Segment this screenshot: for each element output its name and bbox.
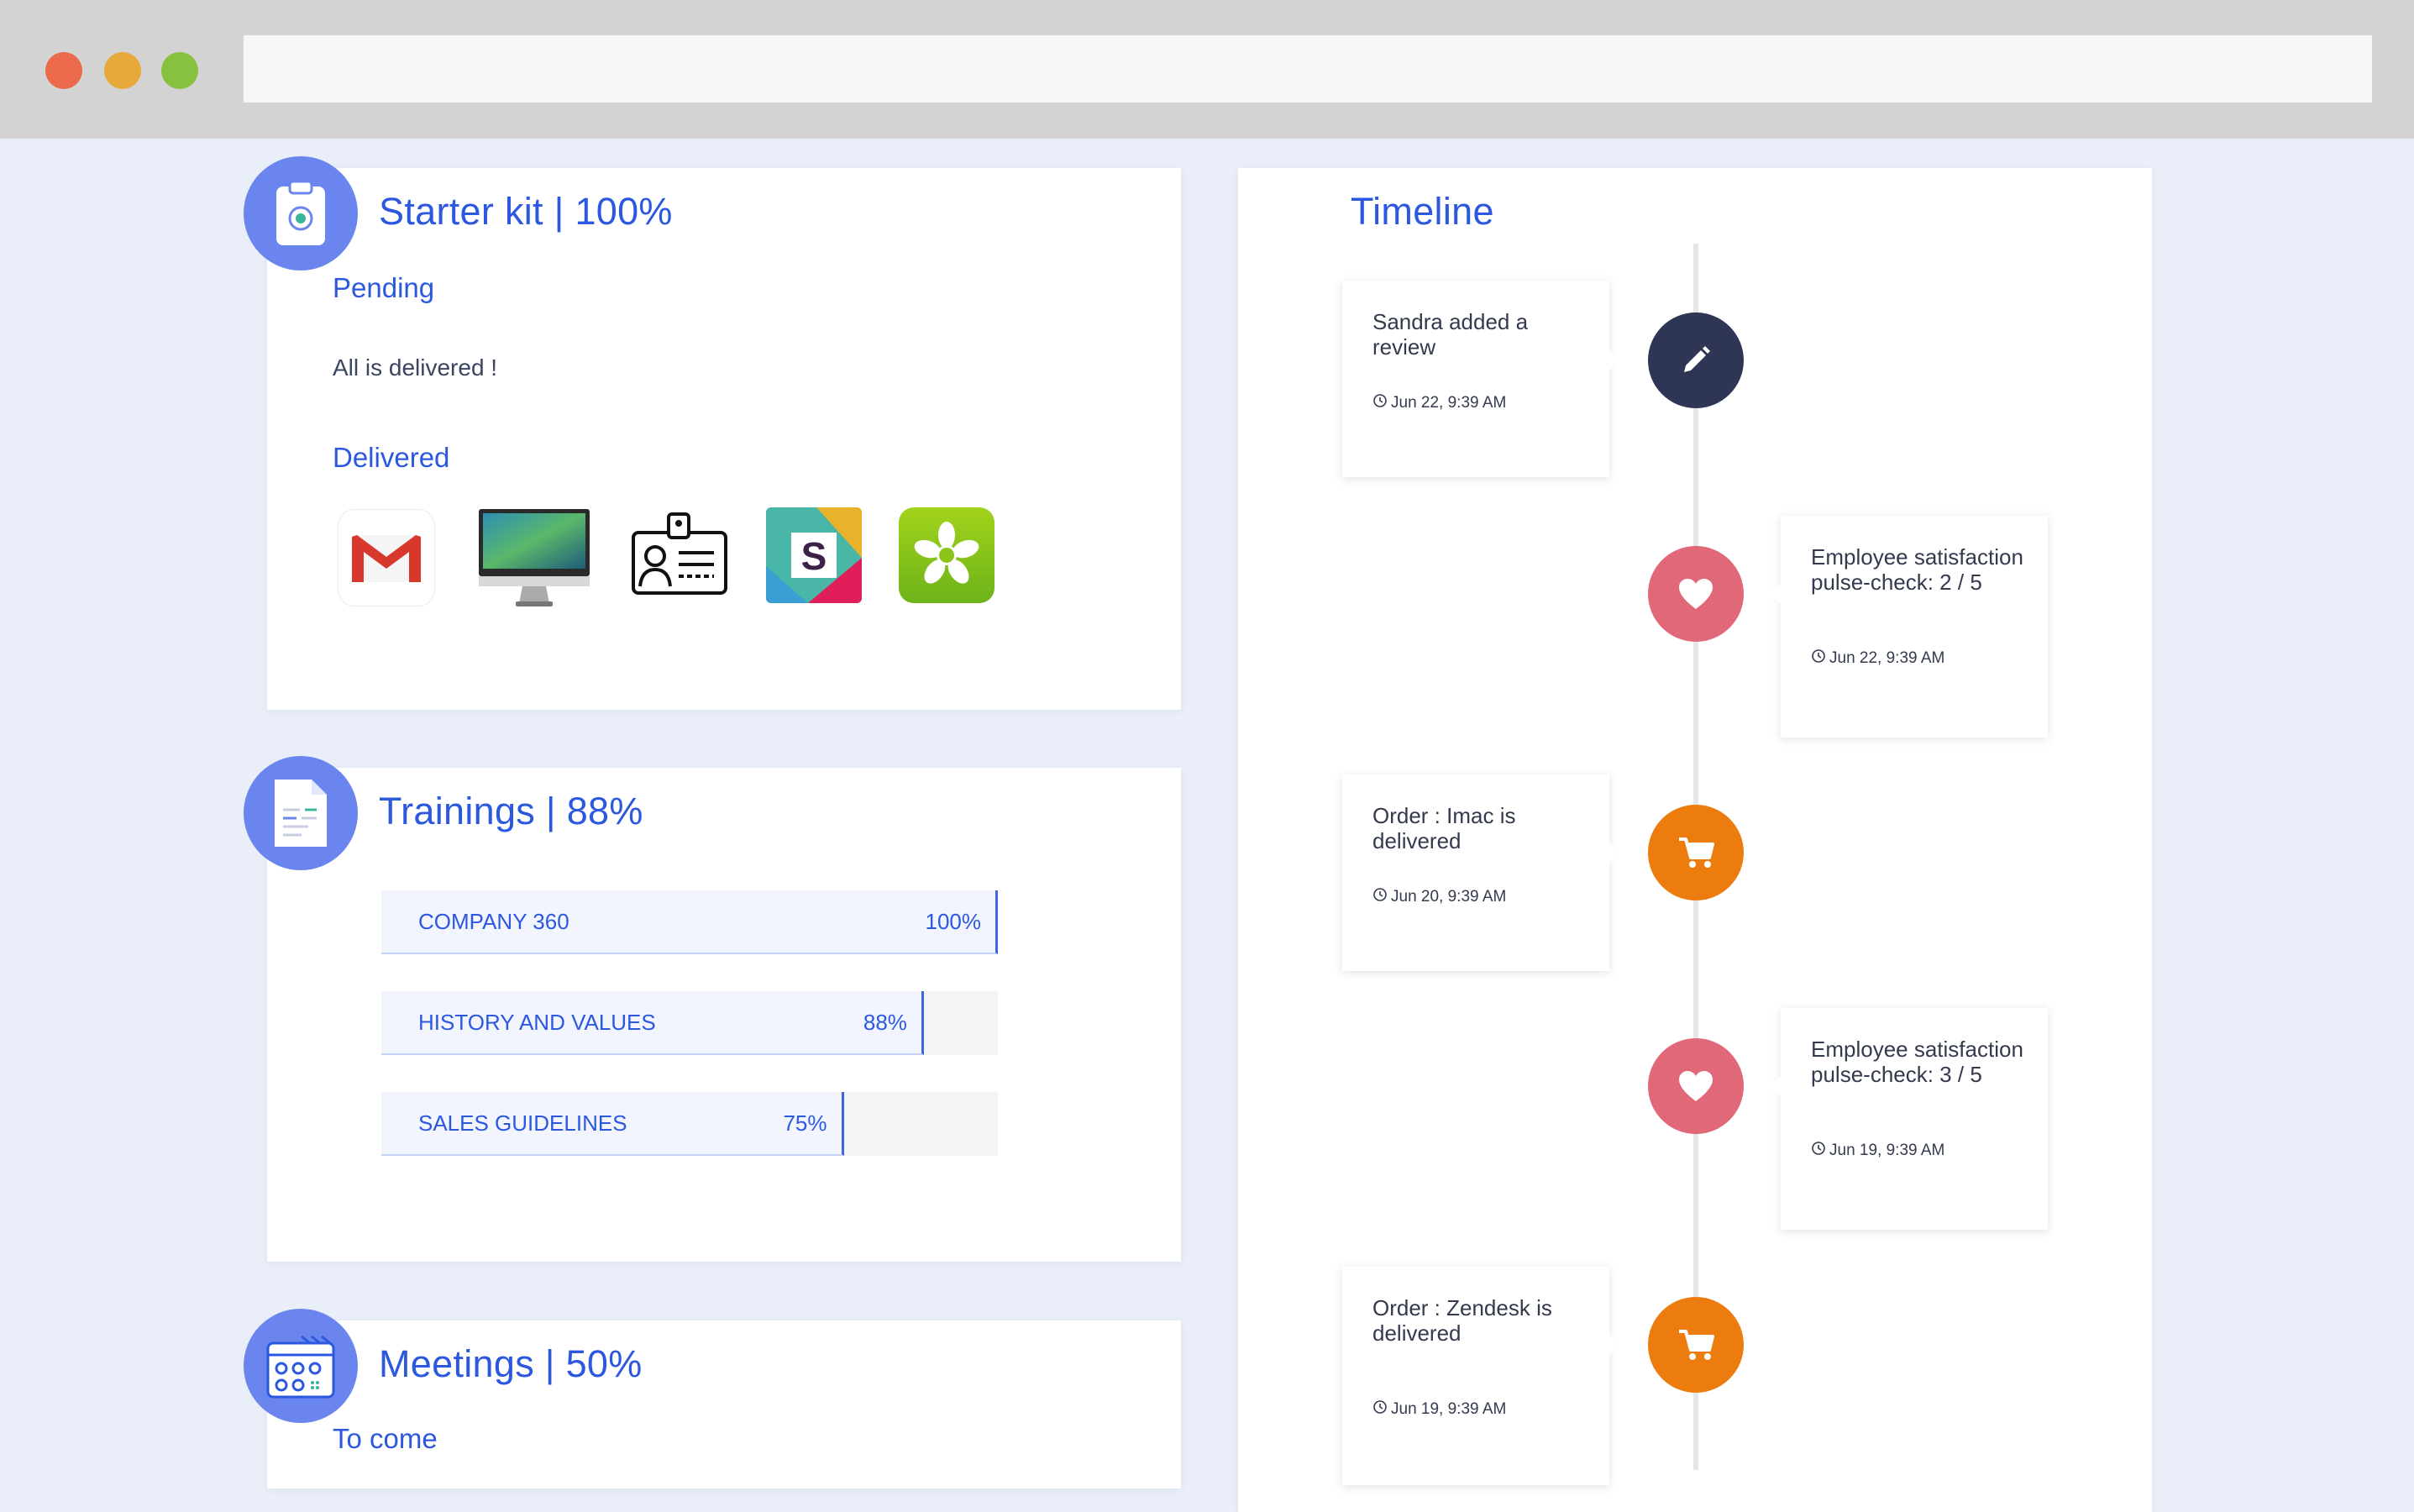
trainings-card: Trainings | 88% COMPANY 360 100% HISTORY A…: [267, 768, 1181, 1262]
cart-icon[interactable]: [1648, 805, 1744, 900]
slack-icon[interactable]: S: [766, 507, 862, 603]
timeline-event-time: Jun 19, 9:39 AM: [1372, 1399, 1506, 1420]
timeline-card-pointer: [1609, 843, 1619, 863]
training-percent: 88%: [863, 1010, 907, 1035]
zenefits-icon[interactable]: [899, 507, 994, 603]
timeline-event-time-text: Jun 22, 9:39 AM: [1829, 649, 1945, 667]
svg-text:S: S: [801, 534, 827, 578]
training-progress-bar[interactable]: COMPANY 360 100%: [381, 890, 998, 954]
timeline-event-text: Employee satisfaction pulse-check: 2 / 5: [1811, 544, 2023, 595]
timeline-event-card[interactable]: Employee satisfaction pulse-check: 2 / 5…: [1771, 516, 2048, 738]
timeline-event-text: Order : Imac is delivered: [1372, 803, 1516, 853]
timeline-card-pointer: [1771, 584, 1781, 604]
timeline-event-time-text: Jun 19, 9:39 AM: [1391, 1400, 1507, 1418]
heart-icon[interactable]: [1648, 1038, 1744, 1134]
starter-kit-title: Starter kit | 100%: [379, 190, 673, 233]
pencil-icon[interactable]: [1648, 312, 1744, 408]
clock-icon: [1811, 648, 1826, 669]
timeline-event-text: Employee satisfaction pulse-check: 3 / 5: [1811, 1037, 2023, 1087]
timeline-event-time: Jun 22, 9:39 AM: [1372, 393, 1506, 413]
timeline-event-card[interactable]: Order : Imac is delivered Jun 20, 9:39 AM: [1342, 774, 1619, 971]
pending-text: All is delivered !: [333, 354, 498, 381]
timeline-event-card[interactable]: Sandra added a review Jun 22, 9:39 AM: [1342, 281, 1619, 477]
timeline-card-pointer: [1771, 1076, 1781, 1096]
timeline-card-pointer: [1609, 350, 1619, 370]
browser-chrome: [0, 0, 2414, 139]
training-progress-bar[interactable]: SALES GUIDELINES 75%: [381, 1092, 998, 1156]
minimize-window-button[interactable]: [104, 52, 141, 89]
training-progress-bar[interactable]: HISTORY AND VALUES 88%: [381, 991, 998, 1055]
clock-icon: [1372, 1399, 1388, 1420]
clock-icon: [1811, 1141, 1826, 1161]
close-window-button[interactable]: [45, 52, 82, 89]
address-bar[interactable]: [244, 35, 2372, 102]
timeline-title: Timeline: [1351, 190, 1494, 233]
maximize-window-button[interactable]: [161, 52, 198, 89]
meetings-card: Meetings | 50% To come: [267, 1320, 1181, 1488]
timeline-event-card[interactable]: Employee satisfaction pulse-check: 3 / 5…: [1771, 1008, 2048, 1230]
heart-icon[interactable]: [1648, 546, 1744, 642]
clock-icon: [1372, 393, 1388, 413]
timeline-event-card[interactable]: Order : Zendesk is delivered Jun 19, 9:39…: [1342, 1267, 1619, 1485]
timeline-event-time: Jun 20, 9:39 AM: [1372, 887, 1506, 907]
gmail-icon[interactable]: [338, 509, 435, 606]
training-name: HISTORY AND VALUES: [418, 1010, 656, 1035]
badge-card-icon[interactable]: [630, 509, 729, 605]
clock-icon: [1372, 887, 1388, 907]
timeline-event-time-text: Jun 19, 9:39 AM: [1829, 1142, 1945, 1159]
training-percent: 100%: [925, 909, 982, 934]
timeline-event-text: Sandra added a review: [1372, 309, 1529, 360]
pending-label: Pending: [333, 272, 435, 303]
timeline-card-pointer: [1609, 1335, 1619, 1355]
training-percent: 75%: [783, 1110, 827, 1136]
timeline-event-time: Jun 22, 9:39 AM: [1811, 648, 1944, 669]
training-name: COMPANY 360: [418, 909, 569, 934]
delivered-label: Delivered: [333, 442, 450, 473]
trainings-title: Trainings | 88%: [379, 790, 643, 832]
timeline-event-time-text: Jun 22, 9:39 AM: [1391, 394, 1507, 412]
to-come-label: To come: [333, 1423, 438, 1454]
starter-kit-card: Starter kit | 100% Pending All is delive…: [267, 168, 1181, 710]
document-icon: [244, 756, 358, 870]
clipboard-icon: [244, 156, 358, 270]
timeline-event-time: Jun 19, 9:39 AM: [1811, 1141, 1944, 1161]
cart-icon[interactable]: [1648, 1297, 1744, 1393]
timeline-event-text: Order : Zendesk is delivered: [1372, 1295, 1552, 1346]
meetings-title: Meetings | 50%: [379, 1342, 643, 1385]
calendar-icon: [244, 1309, 358, 1423]
timeline-event-time-text: Jun 20, 9:39 AM: [1391, 888, 1507, 906]
imac-icon[interactable]: [475, 506, 593, 608]
training-name: SALES GUIDELINES: [418, 1110, 627, 1136]
